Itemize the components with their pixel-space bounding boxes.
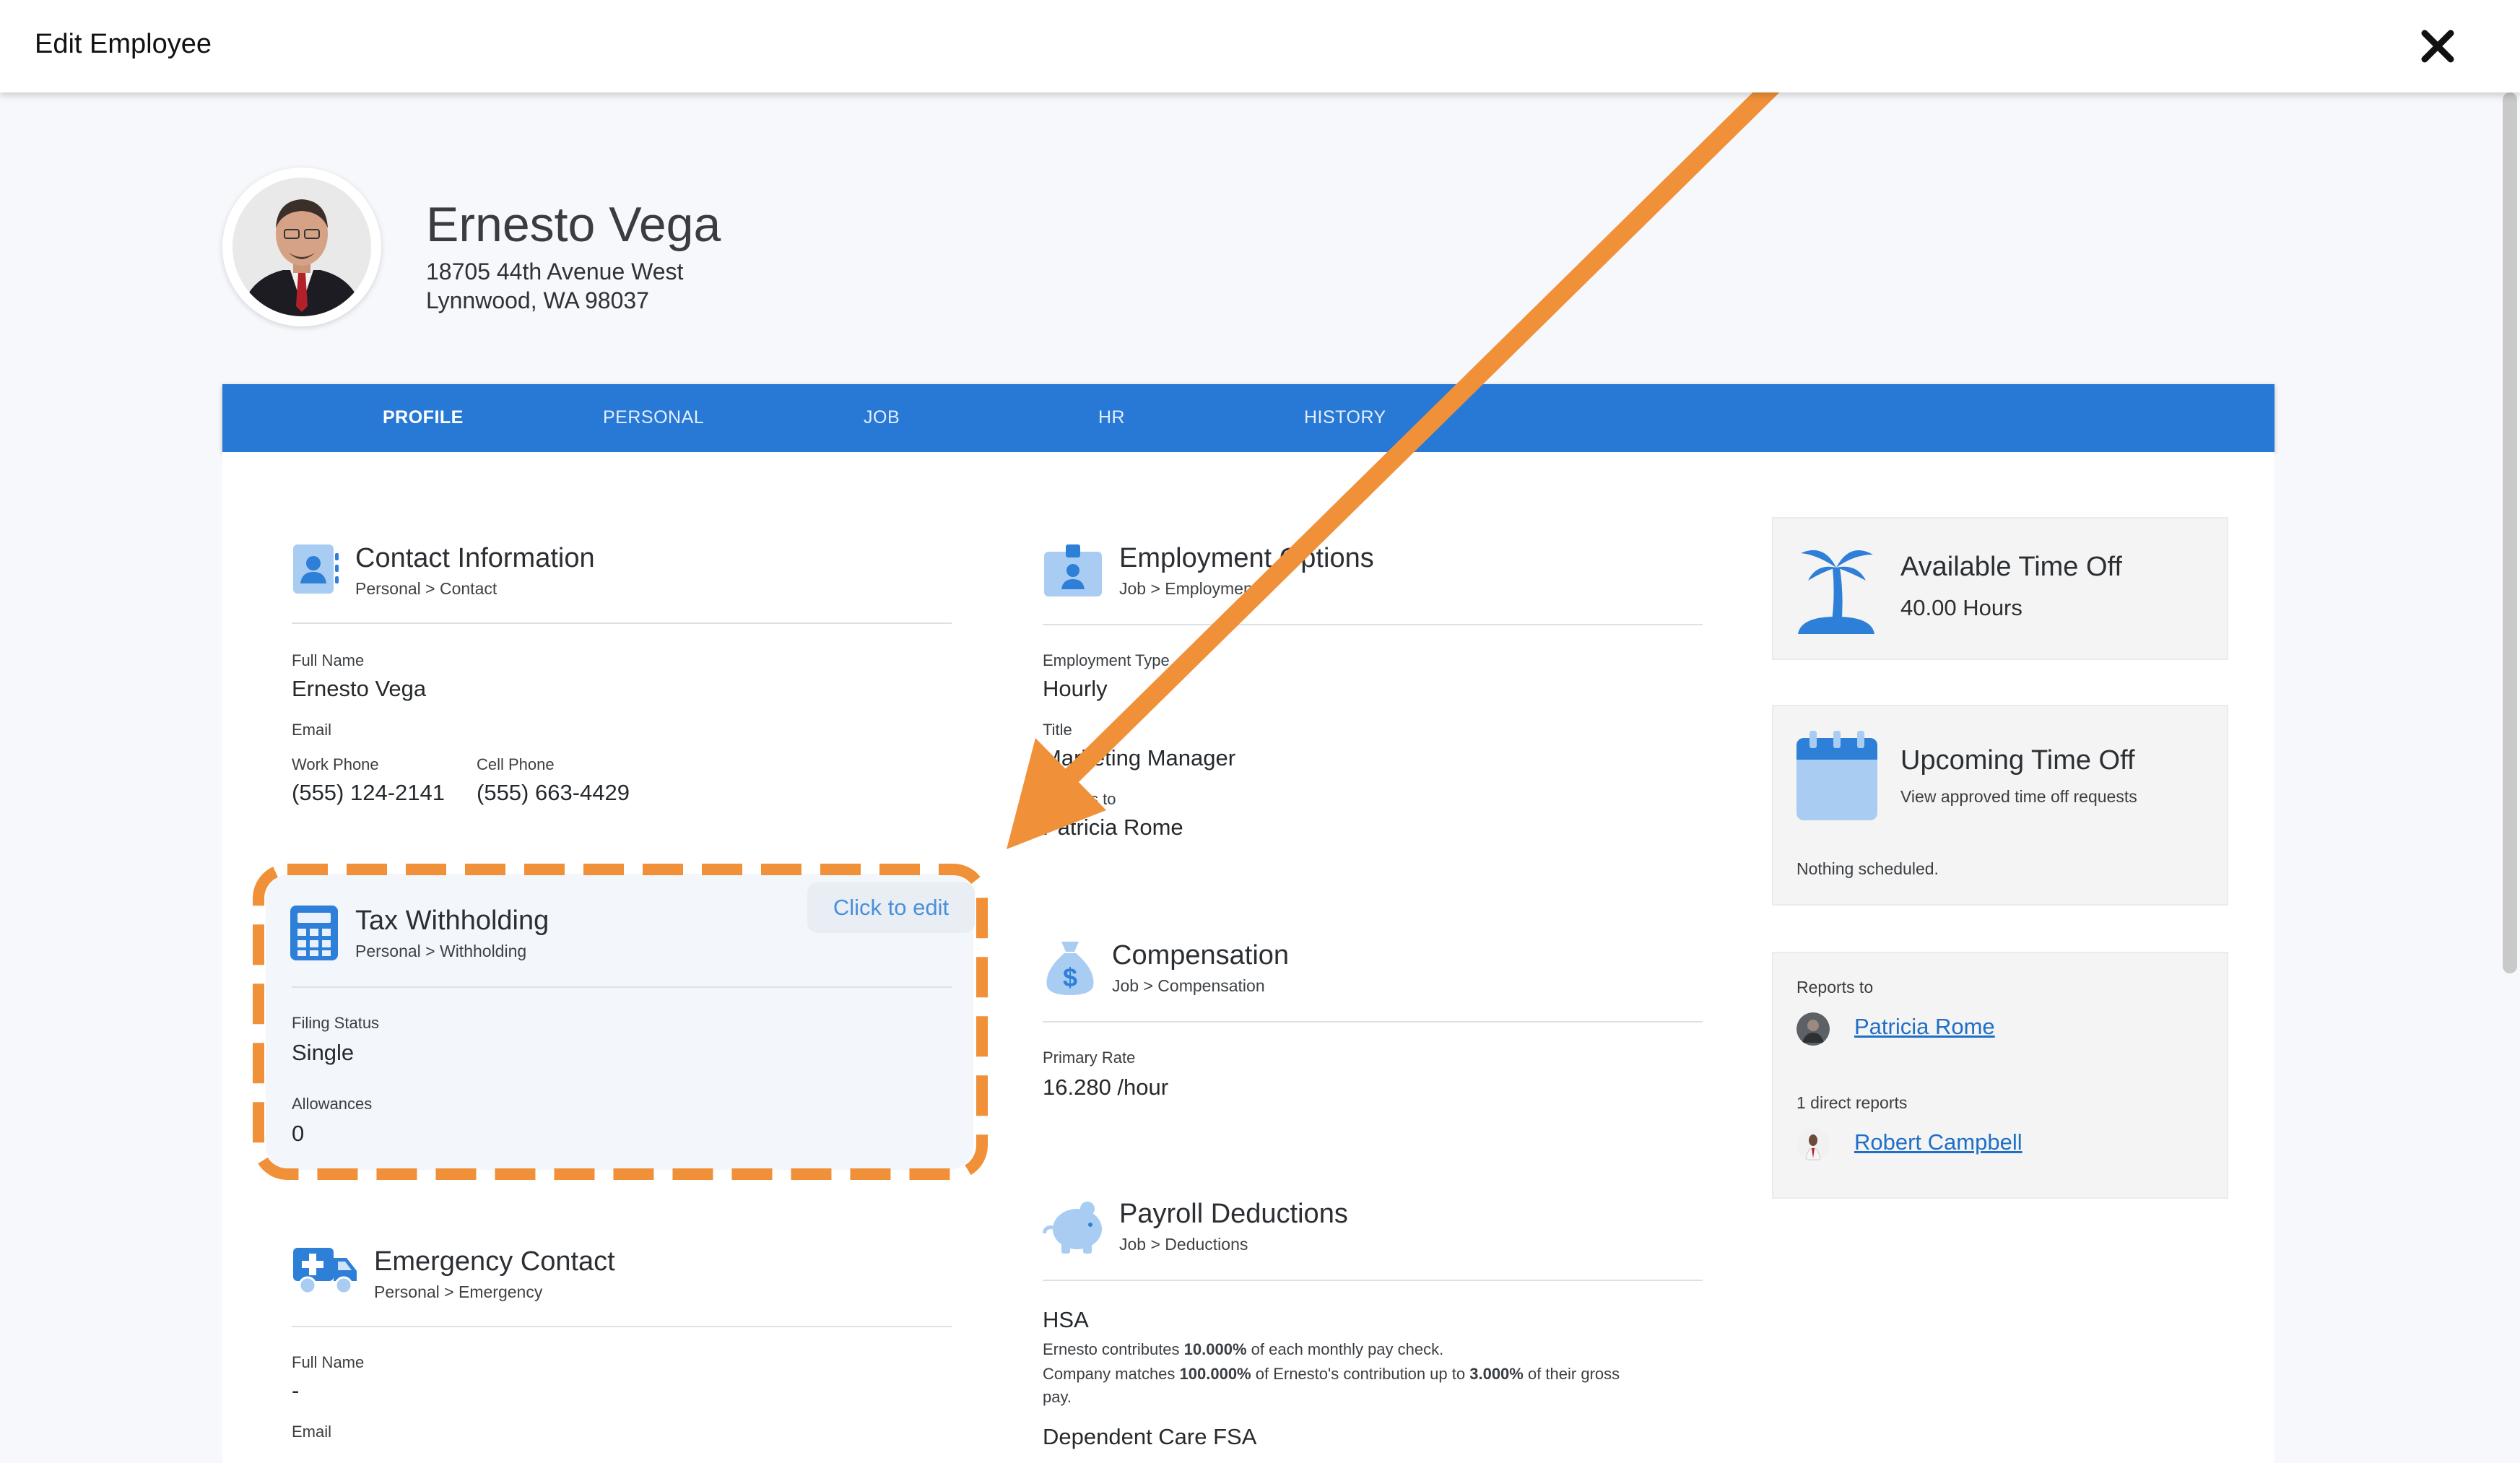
piggy-bank-icon xyxy=(1043,1202,1102,1254)
scrollbar[interactable] xyxy=(2503,92,2517,973)
id-badge-icon xyxy=(1044,544,1102,596)
tab-bar: PROFILE PERSONAL JOB HR HISTORY xyxy=(222,384,2274,452)
employee-address: 18705 44th Avenue West Lynnwood, WA 9803… xyxy=(426,257,683,315)
emergency-title: Emergency Contact xyxy=(374,1246,615,1277)
filing-status-value: Single xyxy=(292,1040,355,1065)
divider xyxy=(292,986,952,988)
upcoming-time-off-empty: Nothing scheduled. xyxy=(1796,859,1939,878)
tab-profile[interactable]: PROFILE xyxy=(383,407,464,428)
upcoming-time-off-subtitle: View approved time off requests xyxy=(1900,787,2137,806)
close-icon[interactable] xyxy=(2419,27,2456,65)
reports-to-value: Patricia Rome xyxy=(1043,815,1183,840)
tab-job[interactable]: JOB xyxy=(864,407,900,428)
cell-phone-label: Cell Phone xyxy=(477,755,555,773)
direct-report-link[interactable]: Robert Campbell xyxy=(1854,1129,2022,1155)
filing-status-label: Filing Status xyxy=(292,1014,380,1032)
divider xyxy=(1043,1280,1703,1281)
contact-card-icon xyxy=(293,544,339,594)
emergency-full-name-label: Full Name xyxy=(292,1353,365,1371)
work-phone-value: (555) 124-2141 xyxy=(292,780,445,805)
allowances-value: 0 xyxy=(292,1121,305,1146)
hsa-title: HSA xyxy=(1043,1307,1089,1332)
employment-breadcrumb[interactable]: Job > Employment xyxy=(1119,579,1257,599)
divider xyxy=(292,622,952,624)
employment-type-value: Hourly xyxy=(1043,676,1108,701)
emergency-email-label: Email xyxy=(292,1423,332,1441)
job-title-label: Title xyxy=(1043,721,1072,739)
click-to-edit-button[interactable]: Click to edit xyxy=(807,882,975,933)
deductions-title: Payroll Deductions xyxy=(1119,1199,1348,1229)
work-phone-label: Work Phone xyxy=(292,755,379,773)
reports-to-label: Reports to xyxy=(1043,790,1116,808)
employment-title: Employment Options xyxy=(1119,543,1374,573)
hsa-line1: Ernesto contributes 10.000% of each mont… xyxy=(1043,1340,1444,1358)
employee-avatar xyxy=(222,168,381,326)
tax-breadcrumb[interactable]: Personal > Withholding xyxy=(355,942,526,961)
palm-tree-icon xyxy=(1798,550,1874,634)
compensation-breadcrumb[interactable]: Job > Compensation xyxy=(1112,976,1265,996)
compensation-title: Compensation xyxy=(1112,940,1290,971)
address-line1: 18705 44th Avenue West xyxy=(426,259,684,285)
available-time-off-title: Available Time Off xyxy=(1900,552,2122,582)
deductions-breadcrumb[interactable]: Job > Deductions xyxy=(1119,1235,1248,1254)
divider xyxy=(292,1326,952,1327)
full-name-value: Ernesto Vega xyxy=(292,676,427,701)
ambulance-icon xyxy=(293,1248,357,1295)
cell-phone-value: (555) 663-4429 xyxy=(477,780,630,805)
contact-title: Contact Information xyxy=(355,543,595,573)
hsa-line2: Company matches 100.000% of Ernesto's co… xyxy=(1043,1365,1620,1383)
calculator-icon xyxy=(290,906,338,960)
contact-breadcrumb[interactable]: Personal > Contact xyxy=(355,579,497,599)
svg-text:$: $ xyxy=(1063,963,1077,992)
divider xyxy=(1043,624,1703,625)
job-title-value: Marketing Manager xyxy=(1043,745,1236,770)
employment-type-label: Employment Type xyxy=(1043,651,1170,669)
available-time-off-hours: 40.00 Hours xyxy=(1900,595,2022,620)
dialog-title: Edit Employee xyxy=(35,29,212,59)
calendar-icon xyxy=(1796,731,1877,820)
tab-personal[interactable]: PERSONAL xyxy=(603,407,704,428)
full-name-label: Full Name xyxy=(292,651,365,669)
manager-avatar xyxy=(1796,1012,1830,1046)
dialog-header: Edit Employee xyxy=(0,0,2520,92)
email-label: Email xyxy=(292,721,332,739)
primary-rate-value: 16.280 /hour xyxy=(1043,1075,1169,1100)
direct-report-avatar xyxy=(1796,1128,1830,1161)
emergency-breadcrumb[interactable]: Personal > Emergency xyxy=(374,1282,542,1302)
upcoming-time-off-title: Upcoming Time Off xyxy=(1900,745,2135,776)
manager-link[interactable]: Patricia Rome xyxy=(1854,1014,1995,1040)
tab-history[interactable]: HISTORY xyxy=(1304,407,1386,428)
allowances-label: Allowances xyxy=(292,1095,373,1113)
hsa-line3: pay. xyxy=(1043,1388,1072,1406)
direct-reports-label: 1 direct reports xyxy=(1796,1093,1908,1112)
divider xyxy=(1043,1021,1703,1023)
emergency-full-name-value: - xyxy=(292,1378,300,1403)
tax-title: Tax Withholding xyxy=(355,906,549,936)
primary-rate-label: Primary Rate xyxy=(1043,1049,1136,1067)
employee-name: Ernesto Vega xyxy=(426,197,721,252)
dependent-care-title: Dependent Care FSA xyxy=(1043,1424,1257,1449)
address-line2: Lynnwood, WA 98037 xyxy=(426,287,649,313)
org-reports-to-label: Reports to xyxy=(1796,978,1874,997)
money-bag-icon: $ xyxy=(1046,942,1094,995)
tab-hr[interactable]: HR xyxy=(1098,407,1125,428)
